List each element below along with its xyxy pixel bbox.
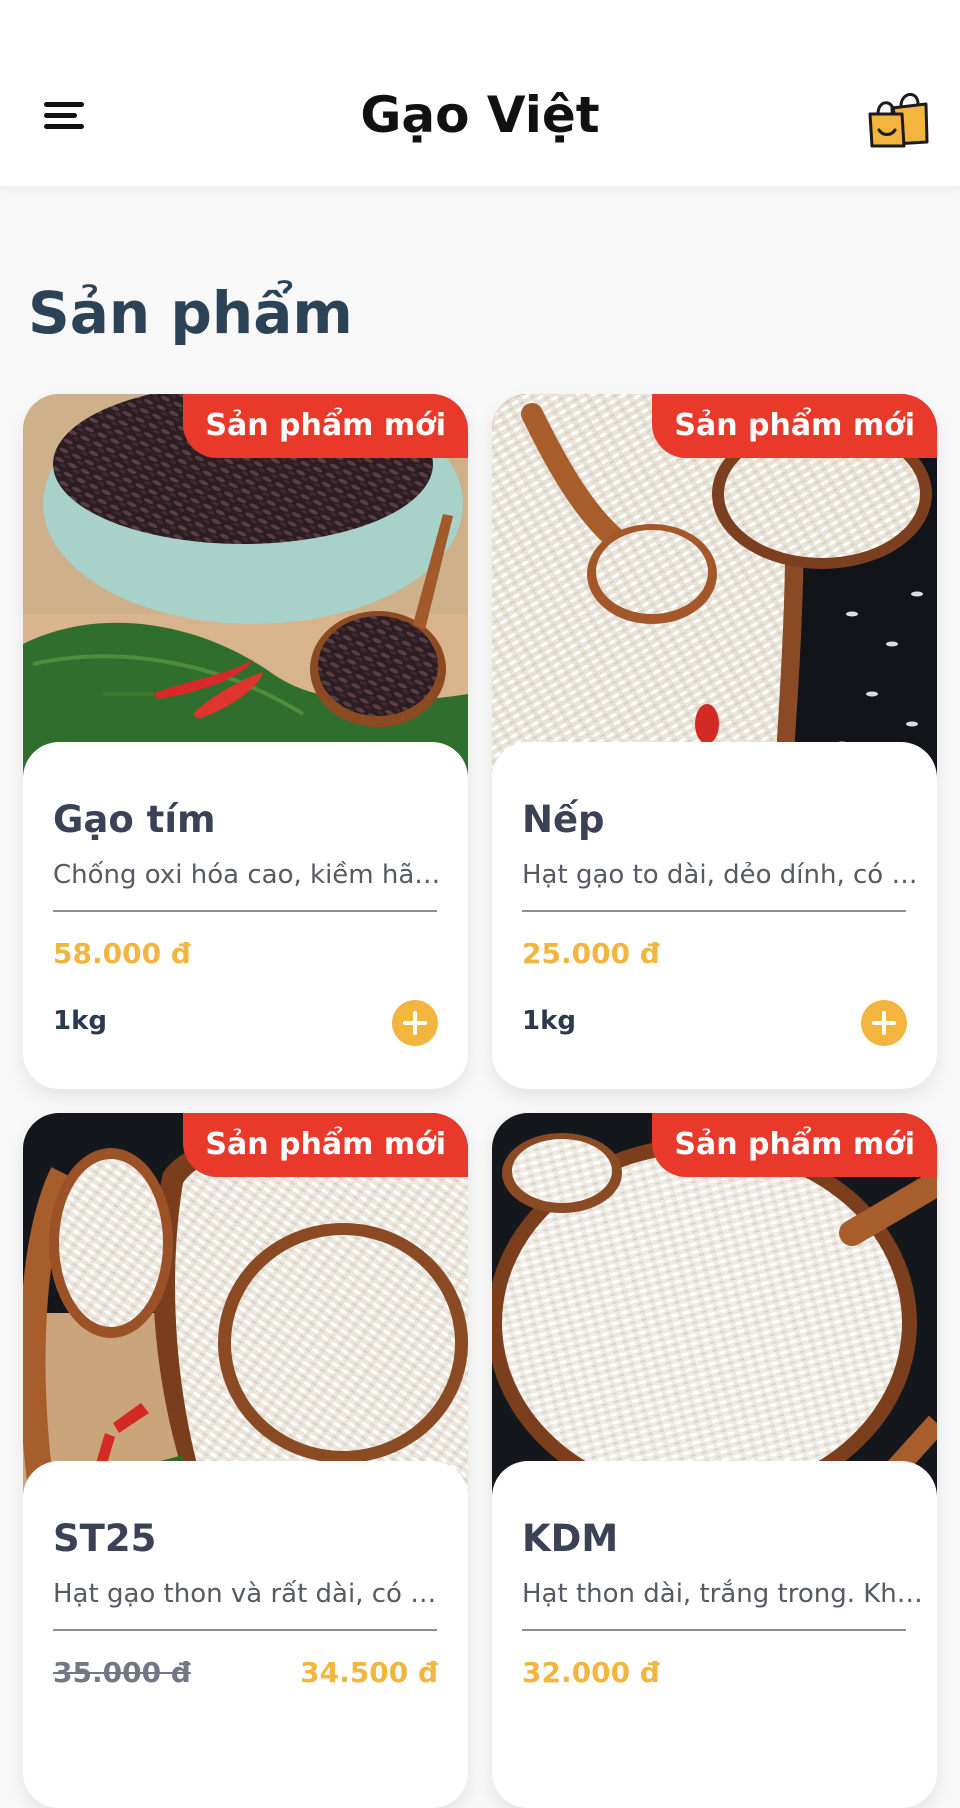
product-card[interactable]: Sản phẩm mới Gạo tím Chống oxi hóa cao, …	[23, 394, 468, 1089]
product-card[interactable]: Sản phẩm mới ST25 Hạt gạo thon và rất dà…	[23, 1113, 468, 1808]
product-card-body: Gạo tím Chống oxi hóa cao, kiềm hãm... 5…	[23, 742, 468, 1089]
product-weight: 1kg	[522, 1006, 576, 1036]
product-name: Gạo tím	[53, 798, 216, 841]
product-price: 58.000 đ	[53, 937, 191, 970]
new-product-badge: Sản phẩm mới	[183, 1113, 468, 1177]
add-to-cart-button[interactable]	[392, 1000, 438, 1046]
product-price: 32.000 đ	[522, 1656, 660, 1689]
product-card-body: Nếp Hạt gạo to dài, dẻo dính, có m... 25…	[492, 742, 937, 1089]
app-title: Gạo Việt	[360, 86, 600, 144]
product-card[interactable]: Sản phẩm mới Nếp Hạt gạo to dài, dẻo dín…	[492, 394, 937, 1089]
divider	[522, 910, 906, 912]
product-old-price: 35.000 đ	[53, 1656, 191, 1689]
product-card-body: KDM Hạt thon dài, trắng trong. Khi... 32…	[492, 1461, 937, 1808]
new-product-badge: Sản phẩm mới	[652, 1113, 937, 1177]
product-name: Nếp	[522, 798, 605, 841]
product-price: 25.000 đ	[522, 937, 660, 970]
add-to-cart-button[interactable]	[861, 1000, 907, 1046]
product-name: KDM	[522, 1517, 619, 1560]
section-title: Sản phẩm	[28, 279, 353, 347]
app-header: Gạo Việt	[0, 0, 960, 186]
divider	[53, 910, 437, 912]
product-description: Hạt thon dài, trắng trong. Khi...	[522, 1579, 924, 1609]
product-sale-price: 34.500 đ	[300, 1656, 438, 1689]
product-card[interactable]: Sản phẩm mới KDM Hạt thon dài, trắng tro…	[492, 1113, 937, 1808]
new-product-badge: Sản phẩm mới	[652, 394, 937, 458]
product-card-body: ST25 Hạt gạo thon và rất dài, có mà... 3…	[23, 1461, 468, 1808]
divider	[53, 1629, 437, 1631]
product-description: Hạt gạo to dài, dẻo dính, có m...	[522, 860, 924, 890]
new-product-badge: Sản phẩm mới	[183, 394, 468, 458]
divider	[522, 1629, 906, 1631]
cart-button[interactable]	[866, 84, 930, 148]
product-name: ST25	[53, 1517, 157, 1560]
product-weight: 1kg	[53, 1006, 107, 1036]
shopping-bag-icon	[868, 93, 929, 148]
product-description: Chống oxi hóa cao, kiềm hãm...	[53, 860, 455, 890]
product-description: Hạt gạo thon và rất dài, có mà...	[53, 1579, 455, 1609]
